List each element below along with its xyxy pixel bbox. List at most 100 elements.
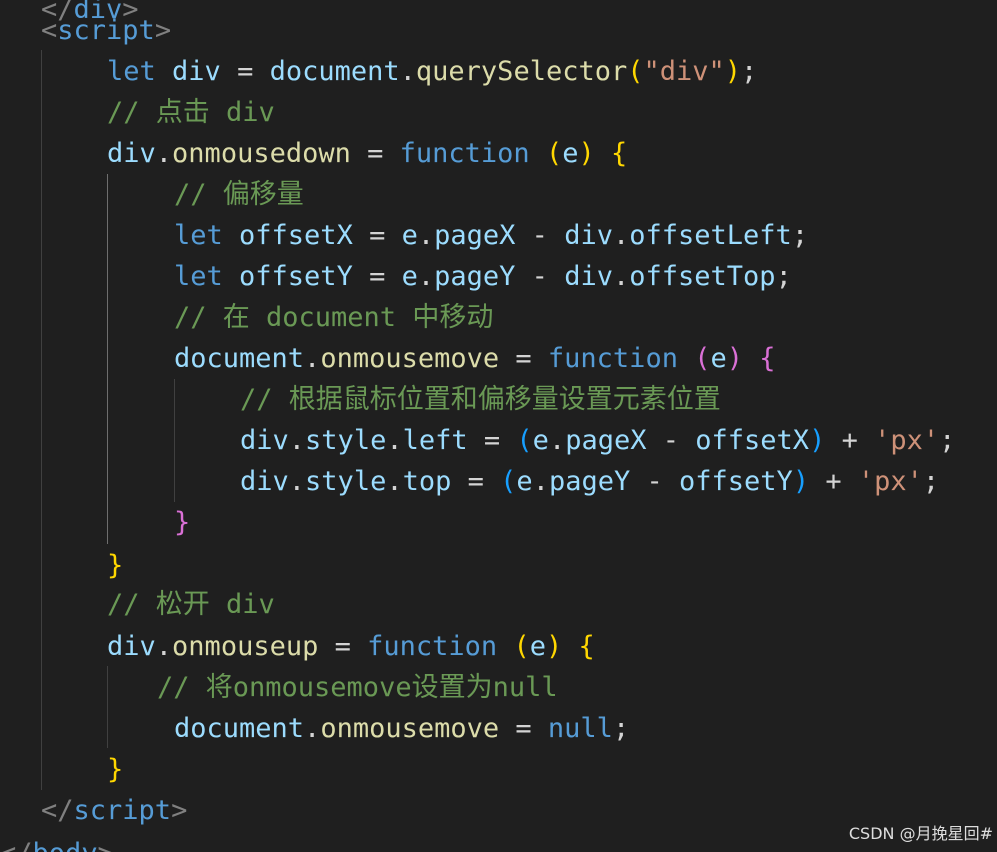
code-token: pageX [434,220,516,251]
code-token: div [107,138,156,169]
code-token: = [352,220,402,251]
code-token: ( [516,425,533,456]
code-line[interactable]: let offsetY = e.pageY - div.offsetTop; [174,256,792,297]
code-token: ) [809,425,826,456]
code-line[interactable]: // 松开 div [107,584,275,625]
code-token: null [547,713,613,744]
code-editor[interactable]: </div> <script> let div = document.querySe… [0,0,997,852]
code-token: e [532,425,549,456]
code-line[interactable]: div.style.left = (e.pageX - offsetX) + '… [240,420,955,461]
code-token: } [107,754,124,785]
code-line[interactable]: document.onmousemove = function (e) { [174,338,776,379]
code-token: let [107,56,173,87]
code-token: . [612,220,630,251]
code-token: style [305,425,387,456]
code-token: . [304,343,321,374]
code-line[interactable]: </body> [0,833,114,852]
code-token: offsetY [679,466,793,497]
code-token: script [57,15,155,46]
code-token: = [352,261,402,292]
code-token: </ [0,838,33,852]
code-token: < [41,15,58,46]
code-line[interactable]: } [174,502,190,543]
code-token: . [155,138,173,169]
code-token: function [399,138,530,169]
code-line[interactable]: div.onmousedown = function (e) { [107,133,627,174]
code-line[interactable]: </script> [41,790,187,831]
code-token: = [318,631,368,662]
code-line[interactable]: // 偏移量 [174,174,304,215]
code-token: document [174,343,305,374]
code-token: offsetX [695,425,810,456]
code-line[interactable]: // 点击 div [107,92,275,133]
code-token: // 松开 div [107,589,275,620]
code-line[interactable]: } [107,749,123,790]
code-token: ; [922,466,940,497]
indent-guide [41,50,42,790]
code-token: // 根据鼠标位置和偏移量设置元素位置 [240,384,721,415]
indent-guide [107,666,108,748]
code-token: // 在 document 中移动 [174,302,494,333]
code-line[interactable]: let offsetX = e.pageX - div.offsetLeft; [174,215,808,256]
code-token: pageY [434,261,516,292]
code-line[interactable]: } [107,545,123,586]
code-token: 'px' [857,466,923,497]
code-token: e [529,631,546,662]
code-token: ) [726,343,744,374]
code-token: function [367,631,498,662]
code-token: . [288,425,306,456]
code-token: div [172,56,221,87]
code-token: ; [939,425,956,456]
code-token: e [710,343,727,374]
code-token: . [155,631,173,662]
code-line[interactable]: let div = document.querySelector("div"); [107,51,757,92]
code-token: ) [724,56,742,87]
code-token: ( [500,466,517,497]
code-token: e [562,138,579,169]
code-token: > [98,838,114,852]
code-token: ( [694,343,711,374]
code-token: - [515,220,565,251]
code-token: = [220,56,270,87]
code-token: onmouseup [172,631,319,662]
code-token: // 偏移量 [174,179,304,210]
code-token: ( [545,138,563,169]
code-token: top [402,466,452,497]
code-token: . [386,425,403,456]
code-token: 'px' [874,425,940,456]
code-token: . [548,425,566,456]
code-token: onmousemove [320,713,500,744]
code-token: . [288,466,306,497]
code-token: = [451,466,501,497]
code-token: ; [741,56,758,87]
code-token: . [612,261,630,292]
code-line[interactable]: // 在 document 中移动 [174,297,493,338]
code-token: + [825,425,875,456]
code-token: e [401,220,418,251]
code-line[interactable]: // 将onmousemove设置为null [157,667,558,708]
code-line[interactable]: div.onmouseup = function (e) { [107,626,595,667]
code-line[interactable]: <script> [41,10,171,51]
code-token: ( [513,631,530,662]
code-line[interactable]: div.style.top = (e.pageY - offsetY) + 'p… [240,461,939,502]
code-token: = [499,343,548,374]
code-token: div [240,466,289,497]
code-token: ) [578,138,595,169]
code-token: document [174,713,305,744]
code-token: offsetY [239,261,353,292]
code-line[interactable]: // 根据鼠标位置和偏移量设置元素位置 [240,379,721,420]
code-line[interactable]: document.onmousemove = null; [174,708,629,749]
code-token: = [350,138,400,169]
code-token: offsetTop [629,261,776,292]
code-token: querySelector [415,56,628,87]
code-token: - [646,425,696,456]
code-token: ; [612,713,630,744]
code-token: ) [545,631,563,662]
code-token: offsetLeft [629,220,792,251]
code-token: style [305,466,387,497]
